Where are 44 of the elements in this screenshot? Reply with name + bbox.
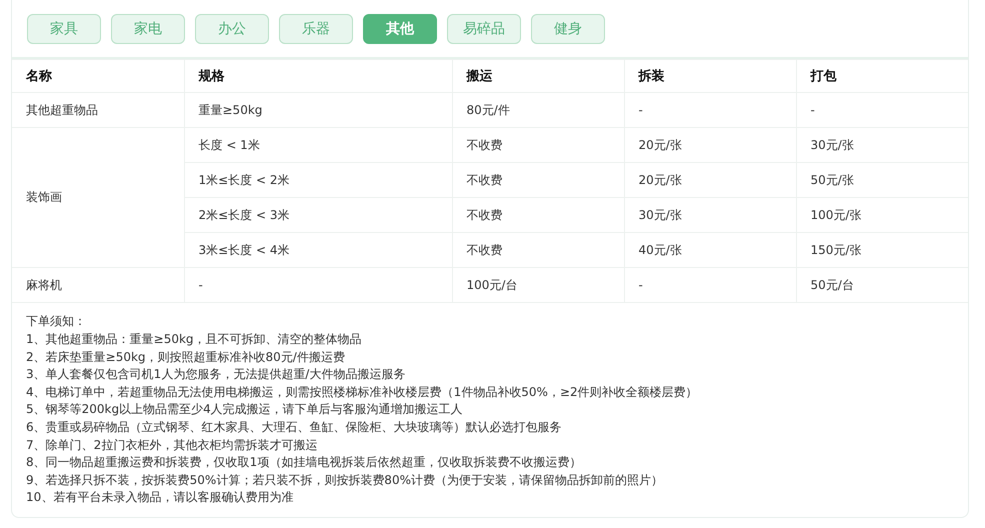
table-cell: 长度 < 1米 (184, 128, 452, 163)
table-cell: 1米≤长度 < 2米 (184, 162, 452, 198)
table-cell: 20元/张 (624, 128, 796, 163)
category-tab[interactable]: 办公 (195, 14, 269, 44)
column-header: 规格 (184, 60, 452, 93)
note-line: 1、其他超重物品：重量≥50kg，且不可拆卸、清空的整体物品 (26, 331, 363, 348)
table-cell: 40元/张 (624, 232, 796, 268)
table-cell: 不收费 (452, 232, 624, 268)
note-line: 6、贵重或易碎物品（立式钢琴、红木家具、大理石、鱼缸、保险柜、大块玻璃等）默认必选打包服务 (26, 419, 563, 436)
column-header: 搬运 (452, 60, 624, 93)
column-header: 拆装 (624, 60, 796, 93)
category-tab[interactable]: 健身 (531, 14, 605, 44)
category-tab[interactable]: 易碎品 (447, 14, 521, 44)
table-cell: 100元/台 (452, 268, 624, 303)
table-cell: 重量≥50kg (184, 92, 452, 128)
note-line: 7、除单门、2拉门衣柜外，其他衣柜均需拆装才可搬运 (26, 436, 318, 454)
table-cell: 不收费 (452, 198, 624, 233)
note-line: 8、同一物品超重搬运费和拆装费，仅收取1项（如挂墙电视拆装后依然超重，仅收取拆装费不收搬运费） (26, 454, 582, 472)
table-cell: - (624, 92, 796, 128)
category-tab[interactable]: 家电 (111, 14, 185, 44)
table-cell: 不收费 (452, 162, 624, 198)
table-cell: 不收费 (452, 128, 624, 163)
note-line: 5、钢琴等200kg以上物品需至少4人完成搬运，请下单后与客服沟通增加搬运工人 (26, 401, 464, 418)
table-cell: 80元/件 (452, 92, 624, 128)
table-cell: - (184, 268, 452, 303)
table-cell: 30元/张 (624, 198, 796, 233)
category-tab[interactable]: 乐器 (279, 14, 353, 44)
note-line: 3、单人套餐仅包含司机1人为您服务，无法提供超重/大件物品搬运服务 (26, 366, 406, 384)
note-line: 2、若床垫重量≥50kg，则按照超重标准补收80元/件搬运费 (26, 348, 346, 366)
table-cell: 2米≤长度 < 3米 (184, 198, 452, 233)
column-header: 名称 (12, 60, 184, 93)
note-line: 9、若选择只拆不装，按拆装费50%计算；若只装不拆，则按拆装费80%计费（为便于安装，请保留物品拆卸前的照片） (26, 472, 664, 489)
category-tab[interactable]: 家具 (27, 14, 101, 44)
table-cell: - (624, 268, 796, 303)
column-header: 打包 (796, 60, 968, 93)
table-cell: 3米≤长度 < 4米 (184, 232, 452, 268)
table-cell: 装饰画 (12, 128, 184, 268)
table-cell: 其他超重物品 (12, 92, 184, 128)
note-line: 10、若有平台未录入物品，请以客服确认费用为准 (26, 489, 294, 506)
table-cell: 20元/张 (624, 162, 796, 198)
table-cell: 麻将机 (12, 268, 184, 303)
notes-title: 下单须知： (26, 313, 87, 330)
category-tab[interactable]: 其他 (363, 14, 437, 44)
note-line: 4、电梯订单中，若超重物品无法使用电梯搬运，则需按照楼梯标准补收楼层费（1件物品补收50%，≥2件则补收全额楼层费） (26, 384, 699, 401)
